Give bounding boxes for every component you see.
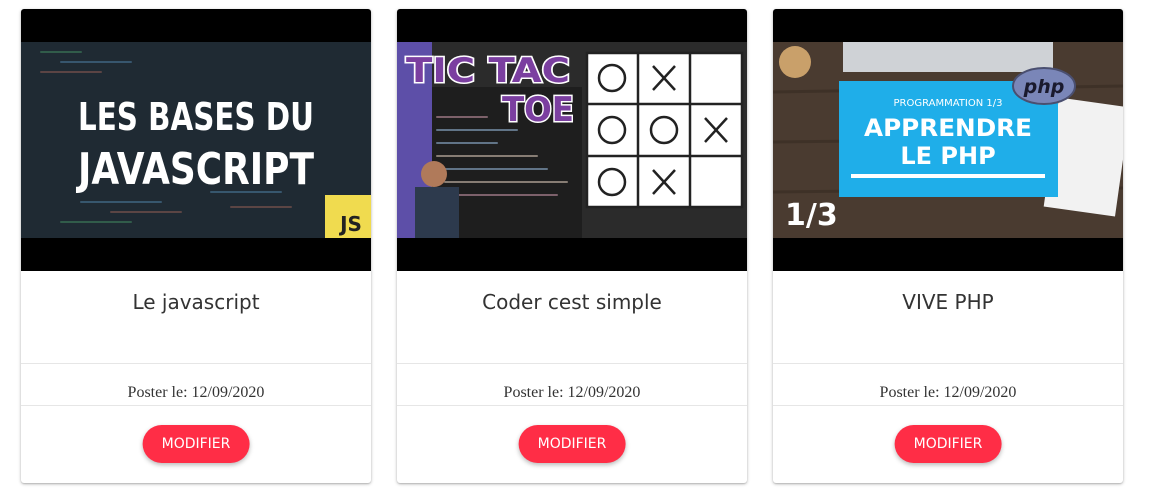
thumbnail-title-line-1: APPRENDRE [864, 114, 1032, 142]
thumbnail-title-line-2: JAVASCRIPT [76, 144, 314, 195]
course-card: TIC TAC TOE Coder cest simple Poster le:… [397, 9, 747, 483]
thumbnail-subtitle: PROGRAMMATION 1/3 [894, 98, 1003, 109]
card-title: VIVE PHP [902, 290, 994, 314]
post-date: Poster le: 12/09/2020 [127, 384, 265, 401]
post-date: Poster le: 12/09/2020 [503, 384, 641, 401]
divider [773, 405, 1123, 406]
modify-button[interactable]: MODIFIER [142, 425, 250, 463]
card-thumbnail: PROGRAMMATION 1/3 APPRENDRE LE PHP php 1… [773, 9, 1123, 271]
modify-button[interactable]: MODIFIER [518, 425, 626, 463]
divider [397, 363, 747, 364]
thumbnail-title-line-2: LE PHP [900, 142, 995, 170]
card-title: Coder cest simple [482, 290, 662, 314]
php-thumbnail-image: PROGRAMMATION 1/3 APPRENDRE LE PHP php 1… [773, 42, 1123, 238]
js-logo-text: JS [338, 212, 362, 236]
javascript-thumbnail-image: LES BASES DU JAVASCRIPT JS [21, 42, 371, 238]
post-date: Poster le: 12/09/2020 [879, 384, 1017, 401]
thumbnail-title-line-2: TOE [502, 90, 574, 130]
tictactoe-board [585, 51, 744, 209]
divider [21, 363, 371, 364]
thumbnail-title-line-1: LES BASES DU [78, 95, 314, 139]
divider [773, 363, 1123, 364]
thumbnail-part-number: 1/3 [785, 198, 838, 233]
modify-button[interactable]: MODIFIER [894, 425, 1002, 463]
thumbnail-title-line-1: TIC TAC [406, 51, 570, 91]
tictactoe-thumbnail-image: TIC TAC TOE [397, 42, 747, 238]
divider [397, 405, 747, 406]
card-thumbnail: TIC TAC TOE [397, 9, 747, 271]
php-logo-text: php [1023, 76, 1065, 98]
course-card: PROGRAMMATION 1/3 APPRENDRE LE PHP php 1… [773, 9, 1123, 483]
divider [21, 405, 371, 406]
card-thumbnail: LES BASES DU JAVASCRIPT JS [21, 9, 371, 271]
card-title: Le javascript [132, 290, 260, 314]
course-card: LES BASES DU JAVASCRIPT JS Le javascript… [21, 9, 371, 483]
